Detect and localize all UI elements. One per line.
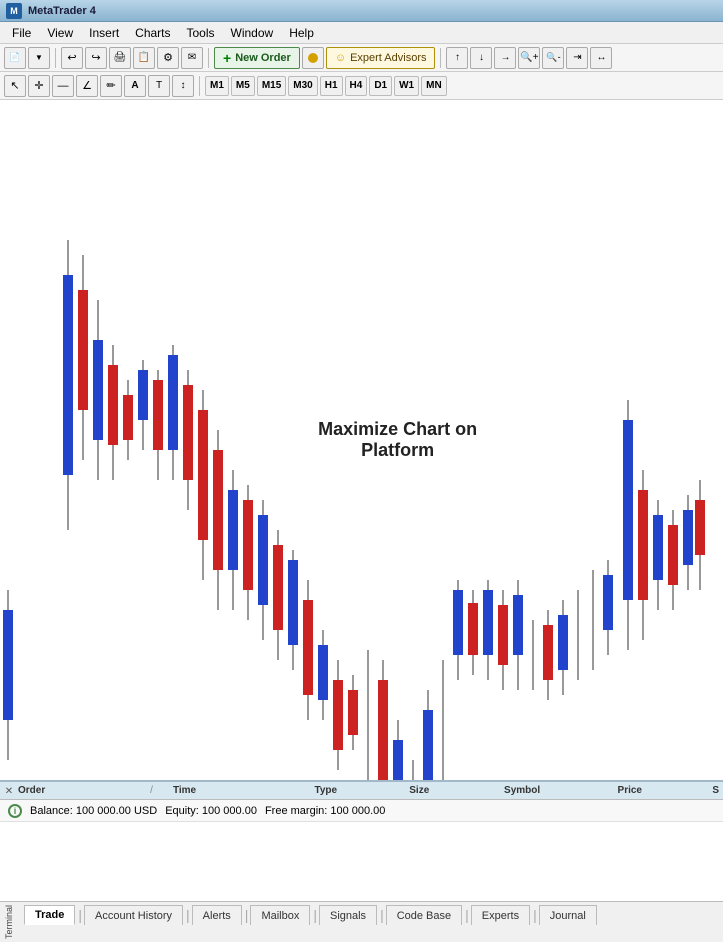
col-s: S (712, 785, 719, 796)
tf-d1[interactable]: D1 (369, 76, 392, 96)
tb-undo-btn[interactable]: ↩ (61, 47, 83, 69)
tf-m30[interactable]: M30 (288, 76, 317, 96)
menu-insert[interactable]: Insert (81, 24, 127, 42)
sep1 (55, 48, 56, 68)
tf-m5[interactable]: M5 (231, 76, 255, 96)
new-order-btn[interactable]: + New Order (214, 47, 300, 69)
tb-email-btn[interactable]: ✉ (181, 47, 203, 69)
tb-chart-down-btn[interactable]: ↓ (470, 47, 492, 69)
tb-print-prev-btn[interactable]: 📋 (133, 47, 155, 69)
tb-arrow-btn[interactable]: ↕ (172, 75, 194, 97)
balance-row: i Balance: 100 000.00 USD Equity: 100 00… (0, 800, 723, 822)
tb-chart-up-btn[interactable]: ↑ (446, 47, 468, 69)
col-order: Order (18, 785, 130, 796)
menu-bar: File View Insert Charts Tools Window Hel… (0, 22, 723, 44)
tb-draw-btn[interactable]: ✏ (100, 75, 122, 97)
new-order-label: New Order (235, 52, 291, 64)
terminal-vertical-label: Terminal (4, 905, 14, 939)
tb-gold-btn[interactable] (302, 47, 324, 69)
free-margin-text: Free margin: 100 000.00 (265, 805, 385, 817)
tab-sep-5: | (378, 905, 386, 925)
expert-label: Expert Advisors (350, 52, 426, 64)
toolbar2: ↖ ✛ — ∠ ✏ A T ↕ M1 M5 M15 M30 H1 H4 D1 W… (0, 72, 723, 100)
tb-print-btn[interactable]: 🖨 (109, 47, 131, 69)
terminal-vertical-label-wrap: Terminal (4, 905, 18, 925)
tb-dropdown-btn[interactable]: ▼ (28, 47, 50, 69)
tab-code-base[interactable]: Code Base (386, 905, 462, 925)
tab-sep-3: | (243, 905, 251, 925)
balance-icon: i (8, 804, 22, 818)
tb-new-chart-btn[interactable]: 📄 (4, 47, 26, 69)
new-order-icon: + (223, 50, 231, 66)
menu-file[interactable]: File (4, 24, 39, 42)
tb-autoscroll-btn[interactable]: ↔ (590, 47, 612, 69)
tb-line-btn[interactable]: — (52, 75, 74, 97)
toolbar1: 📄 ▼ ↩ ↪ 🖨 📋 ⚙ ✉ + New Order ☺ Expert Adv… (0, 44, 723, 72)
tab-journal[interactable]: Journal (539, 905, 597, 925)
tab-trade[interactable]: Trade (24, 905, 75, 925)
tb-redo-btn[interactable]: ↪ (85, 47, 107, 69)
col-type: Type (314, 785, 389, 796)
tab-sep-1: | (76, 905, 84, 925)
tab-sep-7: | (531, 905, 539, 925)
col-price: Price (618, 785, 693, 796)
title-bar: M MetaTrader 4 (0, 0, 723, 22)
menu-window[interactable]: Window (223, 24, 282, 42)
sep2 (208, 48, 209, 68)
tab-alerts[interactable]: Alerts (192, 905, 242, 925)
sep3 (440, 48, 441, 68)
tb-text-btn[interactable]: A (124, 75, 146, 97)
tb-angle-btn[interactable]: ∠ (76, 75, 98, 97)
gold-icon (308, 53, 318, 63)
tb-zoom-in-btn[interactable]: 🔍+ (518, 47, 540, 69)
tb-crosshair-btn[interactable]: ✛ (28, 75, 50, 97)
terminal-tabs: Terminal Trade | Account History | Alert… (0, 901, 723, 925)
expert-advisors-btn[interactable]: ☺ Expert Advisors (326, 47, 436, 69)
menu-help[interactable]: Help (281, 24, 322, 42)
tf-m1[interactable]: M1 (205, 76, 229, 96)
tf-mn[interactable]: MN (421, 76, 447, 96)
tb-chart-right-btn[interactable]: → (494, 47, 516, 69)
col-symbol: Symbol (504, 785, 597, 796)
equity-text: Equity: 100 000.00 (165, 805, 257, 817)
app-logo: M (6, 3, 22, 19)
tf-h4[interactable]: H4 (345, 76, 368, 96)
tf-w1[interactable]: W1 (394, 76, 419, 96)
tab-signals[interactable]: Signals (319, 905, 377, 925)
col-time: Time (173, 785, 295, 796)
tab-sep-4: | (311, 905, 319, 925)
tb-properties-btn[interactable]: ⚙ (157, 47, 179, 69)
tab-sep-2: | (184, 905, 192, 925)
tf-h1[interactable]: H1 (320, 76, 343, 96)
terminal-content (0, 822, 723, 901)
tab-account-history[interactable]: Account History (84, 905, 183, 925)
expert-icon: ☺ (335, 52, 346, 64)
tb-label-btn[interactable]: T (148, 75, 170, 97)
chart-area: Maximize Chart onPlatform (0, 100, 723, 780)
terminal-area: ✕ Order / Time Type Size Symbol Price S … (0, 780, 723, 925)
tb-cursor-btn[interactable]: ↖ (4, 75, 26, 97)
menu-charts[interactable]: Charts (127, 24, 178, 42)
col-size: Size (409, 785, 484, 796)
tb-zoom-out-btn[interactable]: 🔍- (542, 47, 564, 69)
balance-text: Balance: 100 000.00 USD (30, 805, 157, 817)
tab-sep-6: | (463, 905, 471, 925)
tb-chart-shift-btn[interactable]: ⇥ (566, 47, 588, 69)
tab-mailbox[interactable]: Mailbox (250, 905, 310, 925)
terminal-header: Order / Time Type Size Symbol Price S (0, 782, 723, 800)
candlestick-chart (0, 100, 723, 780)
menu-tools[interactable]: Tools (179, 24, 223, 42)
app-title: MetaTrader 4 (28, 5, 96, 17)
menu-view[interactable]: View (39, 24, 81, 42)
tf-m15[interactable]: M15 (257, 76, 286, 96)
col-sep: / (150, 785, 153, 796)
terminal-close-btn[interactable]: ✕ (2, 784, 16, 798)
tab-experts[interactable]: Experts (471, 905, 530, 925)
sep4 (199, 76, 200, 96)
